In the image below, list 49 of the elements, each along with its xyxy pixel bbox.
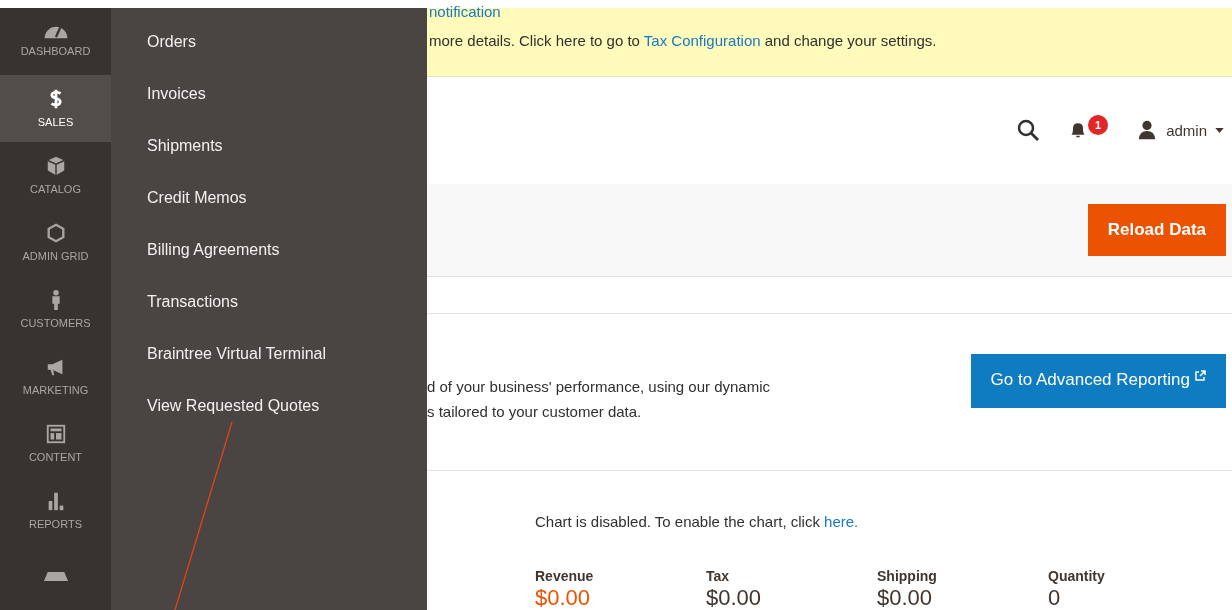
submenu-link[interactable]: Billing Agreements (147, 224, 280, 276)
reporting-description-line: s tailored to your customer data. (427, 402, 643, 420)
total-label: Quantity (1048, 568, 1105, 584)
chart-disabled-message: Chart is disabled. To enable the chart, click here. (535, 513, 860, 530)
total-value: $0.00 (877, 586, 933, 610)
sidebar-label: DASHBOARD (20, 44, 91, 57)
external-link-icon (1194, 369, 1206, 382)
submenu-link[interactable]: Transactions (147, 276, 238, 328)
layout-icon (44, 422, 67, 445)
caret-icon (1215, 127, 1224, 133)
tax-configuration-link[interactable]: Tax Configuration (643, 32, 761, 49)
user-menu[interactable]: admin (1136, 119, 1224, 142)
sidebar-item[interactable]: CATALOG (0, 141, 111, 209)
notification-link[interactable]: notification (429, 6, 501, 18)
submenu-link[interactable]: Invoices (147, 68, 206, 120)
sidebar-label: CONTENT (28, 450, 83, 463)
submenu-link[interactable]: Shipments (147, 120, 223, 172)
store-icon (43, 572, 68, 582)
sidebar-item[interactable]: CONTENT (0, 409, 111, 477)
submenu-link[interactable]: Braintree Virtual Terminal (147, 328, 327, 380)
notification-badge: 1 (1088, 115, 1109, 136)
sidebar-item[interactable]: SALES (0, 74, 111, 142)
reload-data-button[interactable]: Reload Data (1087, 203, 1226, 256)
total-value: 0 (1048, 586, 1061, 610)
total-label: Shipping (877, 568, 937, 584)
submenu-link[interactable]: Orders (147, 16, 196, 68)
sidebar-item[interactable]: ADMIN GRID (0, 208, 111, 276)
total-label: Tax (706, 568, 730, 584)
sidebar-item[interactable]: DASHBOARD (0, 8, 111, 75)
sidebar-item[interactable]: CUSTOMERS (0, 275, 111, 343)
sidebar-label: ADMIN GRID (22, 250, 89, 263)
total-label: Revenue (535, 568, 594, 584)
total-value: $0.00 (535, 586, 591, 610)
search-icon[interactable] (1016, 118, 1041, 143)
advanced-reporting-button[interactable]: Go to Advanced Reporting (970, 353, 1226, 408)
sidebar-label: MARKETING (22, 383, 89, 396)
submenu-link[interactable]: View Requested Quotes (147, 380, 320, 432)
sidebar-label: CATALOG (30, 183, 81, 196)
sidebar-item[interactable]: REPORTS (0, 476, 111, 544)
total-value: $0.00 (706, 586, 762, 610)
notice-text: more details. Click here to go to Tax Configuration and change your settings. (429, 32, 938, 49)
sidebar-label: CUSTOMERS (20, 317, 91, 329)
sidebar-label: REPORTS (29, 517, 82, 530)
submenu-link[interactable]: Credit Memos (147, 172, 247, 224)
sidebar-label: SALES (37, 116, 74, 129)
sidebar-item[interactable]: MARKETING (0, 342, 111, 410)
gauge-icon (43, 25, 68, 39)
reporting-description-line: d of your business' performance, using our dynamic (427, 377, 771, 395)
enable-chart-link[interactable]: here. (824, 513, 859, 530)
